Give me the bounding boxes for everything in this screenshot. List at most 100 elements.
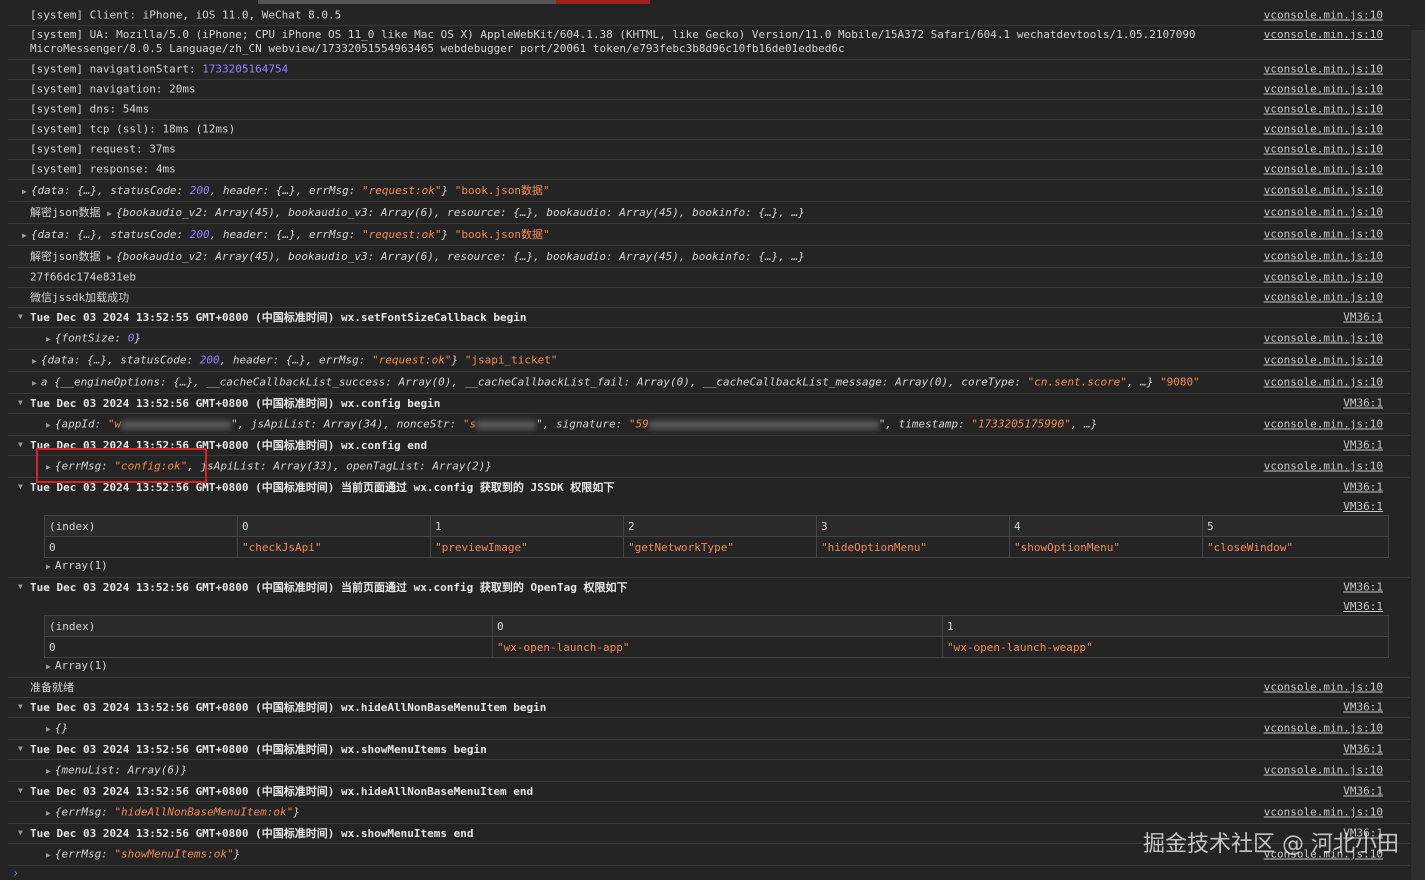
log-row[interactable]: ▶ {data: {…}, statusCode: 200, header: {……: [8, 223, 1410, 246]
source-link[interactable]: vconsole.min.js:10: [1264, 143, 1383, 156]
log-row[interactable]: 解密json数据 ▶ {bookaudio_v2: Array(45), book…: [8, 245, 1410, 268]
source-link[interactable]: vconsole.min.js:10: [1264, 332, 1383, 345]
triangle-right-icon[interactable]: ▶: [107, 253, 112, 262]
source-link[interactable]: vconsole.min.js:10: [1264, 206, 1383, 219]
source-link[interactable]: VM36:1: [1343, 743, 1383, 756]
log-object[interactable]: {bookaudio_v2: Array(45), bookaudio_v3: …: [116, 206, 805, 219]
triangle-right-icon[interactable]: ▶: [22, 187, 27, 196]
triangle-right-icon[interactable]: ▶: [32, 357, 37, 366]
log-group-header[interactable]: ▼ Tue Dec 03 2024 13:52:55 GMT+0800 (中国标准…: [8, 307, 1410, 328]
source-link[interactable]: vconsole.min.js:10: [1264, 184, 1383, 197]
triangle-down-icon[interactable]: ▼: [18, 828, 23, 837]
array-footer[interactable]: ▶ Array(1): [46, 659, 108, 672]
source-link[interactable]: VM36:1: [1343, 439, 1383, 452]
log-string: "jsapi_ticket": [464, 353, 558, 367]
source-link[interactable]: vconsole.min.js:10: [1264, 764, 1383, 777]
log-row[interactable]: ▶{} vconsole.min.js:10: [8, 717, 1410, 740]
triangle-down-icon[interactable]: ▼: [18, 440, 23, 449]
triangle-right-icon[interactable]: ▶: [32, 379, 37, 388]
source-link[interactable]: VM36:1: [1343, 500, 1383, 513]
log-object[interactable]: {bookaudio_v2: Array(45), bookaudio_v3: …: [116, 250, 805, 263]
source-link[interactable]: VM36:1: [1343, 600, 1383, 613]
triangle-right-icon[interactable]: ▶: [107, 209, 112, 218]
log-object[interactable]: ▶ {data: {…}, statusCode: 200, header: {……: [32, 354, 557, 367]
triangle-down-icon[interactable]: ▼: [18, 312, 23, 321]
log-object[interactable]: ▶ {menuList: Array(6)}: [46, 764, 187, 777]
source-link[interactable]: VM36:1: [1343, 785, 1383, 798]
scrollbar[interactable]: [1411, 30, 1425, 880]
triangle-right-icon[interactable]: ▶: [46, 662, 51, 671]
triangle-right-icon[interactable]: ▶: [46, 809, 51, 818]
source-link[interactable]: vconsole.min.js:10: [1264, 250, 1383, 263]
log-object[interactable]: ▶ {data: {…}, statusCode: 200, header: {……: [22, 182, 550, 198]
log-row[interactable]: 解密json数据 ▶ {bookaudio_v2: Array(45), book…: [8, 201, 1410, 224]
log-object[interactable]: ▶ {errMsg: "hideAllNonBaseMenuItem:ok"}: [46, 806, 300, 819]
log-row[interactable]: ▶ {data: {…}, statusCode: 200, header: {……: [8, 179, 1410, 202]
log-row: [system] response: 4ms vconsole.min.js:10: [8, 159, 1410, 180]
group-title: Tue Dec 03 2024 13:52:56 GMT+0800 (中国标准时…: [30, 581, 628, 594]
log-row[interactable]: ▶ {errMsg: "config:ok", jsApiList: Array(…: [8, 455, 1410, 478]
source-link[interactable]: VM36:1: [1343, 397, 1383, 410]
log-row[interactable]: ▶ {menuList: Array(6)} vconsole.min.js:10: [8, 759, 1410, 782]
source-link[interactable]: vconsole.min.js:10: [1264, 722, 1383, 735]
source-link[interactable]: vconsole.min.js:10: [1264, 28, 1383, 41]
log-row[interactable]: ▶ {errMsg: "hideAllNonBaseMenuItem:ok"} vc…: [8, 801, 1410, 824]
log-string: "book.json数据": [454, 184, 550, 197]
source-link[interactable]: vconsole.min.js:10: [1264, 103, 1383, 116]
table-header: (index): [44, 615, 493, 637]
triangle-down-icon[interactable]: ▼: [18, 786, 23, 795]
log-group-header[interactable]: ▼ Tue Dec 03 2024 13:52:56 GMT+0800 (中国标准…: [8, 477, 1410, 497]
triangle-right-icon[interactable]: ▶: [22, 231, 27, 240]
log-group-header[interactable]: ▼ Tue Dec 03 2024 13:52:56 GMT+0800 (中国标准…: [8, 697, 1410, 718]
log-row[interactable]: ▶ a {__engineOptions: {…}, __cacheCallbac…: [8, 371, 1410, 394]
source-link[interactable]: vconsole.min.js:10: [1264, 376, 1383, 389]
log-object[interactable]: ▶ a {__engineOptions: {…}, __cacheCallbac…: [32, 376, 1200, 389]
triangle-right-icon[interactable]: ▶: [46, 851, 51, 860]
source-link[interactable]: vconsole.min.js:10: [1264, 83, 1383, 96]
log-group-header[interactable]: ▼ Tue Dec 03 2024 13:52:56 GMT+0800 (中国标准…: [8, 435, 1410, 456]
triangle-down-icon[interactable]: ▼: [18, 582, 23, 591]
log-object[interactable]: ▶{}: [46, 722, 68, 735]
log-object[interactable]: ▶ {appId: "w ", jsApiList: Array(34), nonc…: [46, 418, 1097, 431]
triangle-right-icon[interactable]: ▶: [46, 562, 51, 571]
log-row[interactable]: ▶ {appId: "w ", jsApiList: Array(34), nonc…: [8, 413, 1410, 436]
source-link[interactable]: vconsole.min.js:10: [1264, 354, 1383, 367]
source-link[interactable]: vconsole.min.js:10: [1264, 63, 1383, 76]
array-footer[interactable]: ▶ Array(1): [46, 559, 108, 572]
triangle-down-icon[interactable]: ▼: [18, 482, 23, 491]
log-group-header[interactable]: ▼ Tue Dec 03 2024 13:52:56 GMT+0800 (中国标准…: [8, 393, 1410, 414]
source-link[interactable]: vconsole.min.js:10: [1264, 9, 1383, 22]
source-link[interactable]: vconsole.min.js:10: [1264, 163, 1383, 176]
source-link[interactable]: VM36:1: [1343, 581, 1383, 594]
log-row: [system] request: 37ms vconsole.min.js:10: [8, 139, 1410, 160]
source-link[interactable]: VM36:1: [1343, 311, 1383, 324]
log-object[interactable]: ▶ {fontSize: 0}: [46, 332, 141, 345]
source-link[interactable]: vconsole.min.js:10: [1264, 291, 1383, 304]
source-link[interactable]: vconsole.min.js:10: [1264, 123, 1383, 136]
triangle-right-icon[interactable]: ▶: [46, 767, 51, 776]
source-link[interactable]: VM36:1: [1343, 701, 1383, 714]
source-link[interactable]: vconsole.min.js:10: [1264, 460, 1383, 473]
log-object[interactable]: ▶ {errMsg: "showMenuItems:ok"}: [46, 848, 240, 861]
table-cell: "hideOptionMenu": [816, 536, 1010, 558]
source-link[interactable]: vconsole.min.js:10: [1264, 271, 1383, 284]
triangle-right-icon[interactable]: ▶: [46, 421, 51, 430]
source-link[interactable]: vconsole.min.js:10: [1264, 418, 1383, 431]
log-label: 解密json数据: [30, 206, 108, 219]
log-row[interactable]: ▶ {fontSize: 0} vconsole.min.js:10: [8, 327, 1410, 350]
source-link[interactable]: vconsole.min.js:10: [1264, 681, 1383, 694]
console-prompt[interactable]: ›: [12, 866, 19, 880]
source-link[interactable]: VM36:1: [1343, 481, 1383, 494]
source-link[interactable]: vconsole.min.js:10: [1264, 228, 1383, 241]
log-group-header[interactable]: ▼ Tue Dec 03 2024 13:52:56 GMT+0800 (中国标准…: [8, 781, 1410, 802]
log-row[interactable]: ▶ {data: {…}, statusCode: 200, header: {……: [8, 349, 1410, 372]
log-object[interactable]: ▶ {data: {…}, statusCode: 200, header: {……: [22, 226, 550, 242]
log-group-header[interactable]: ▼ Tue Dec 03 2024 13:52:56 GMT+0800 (中国标准…: [8, 577, 1410, 597]
log-group-header[interactable]: ▼ Tue Dec 03 2024 13:52:56 GMT+0800 (中国标准…: [8, 739, 1410, 760]
triangle-down-icon[interactable]: ▼: [18, 398, 23, 407]
triangle-right-icon[interactable]: ▶: [46, 725, 51, 734]
source-link[interactable]: vconsole.min.js:10: [1264, 806, 1383, 819]
triangle-right-icon[interactable]: ▶: [46, 335, 51, 344]
triangle-down-icon[interactable]: ▼: [18, 744, 23, 753]
triangle-down-icon[interactable]: ▼: [18, 702, 23, 711]
